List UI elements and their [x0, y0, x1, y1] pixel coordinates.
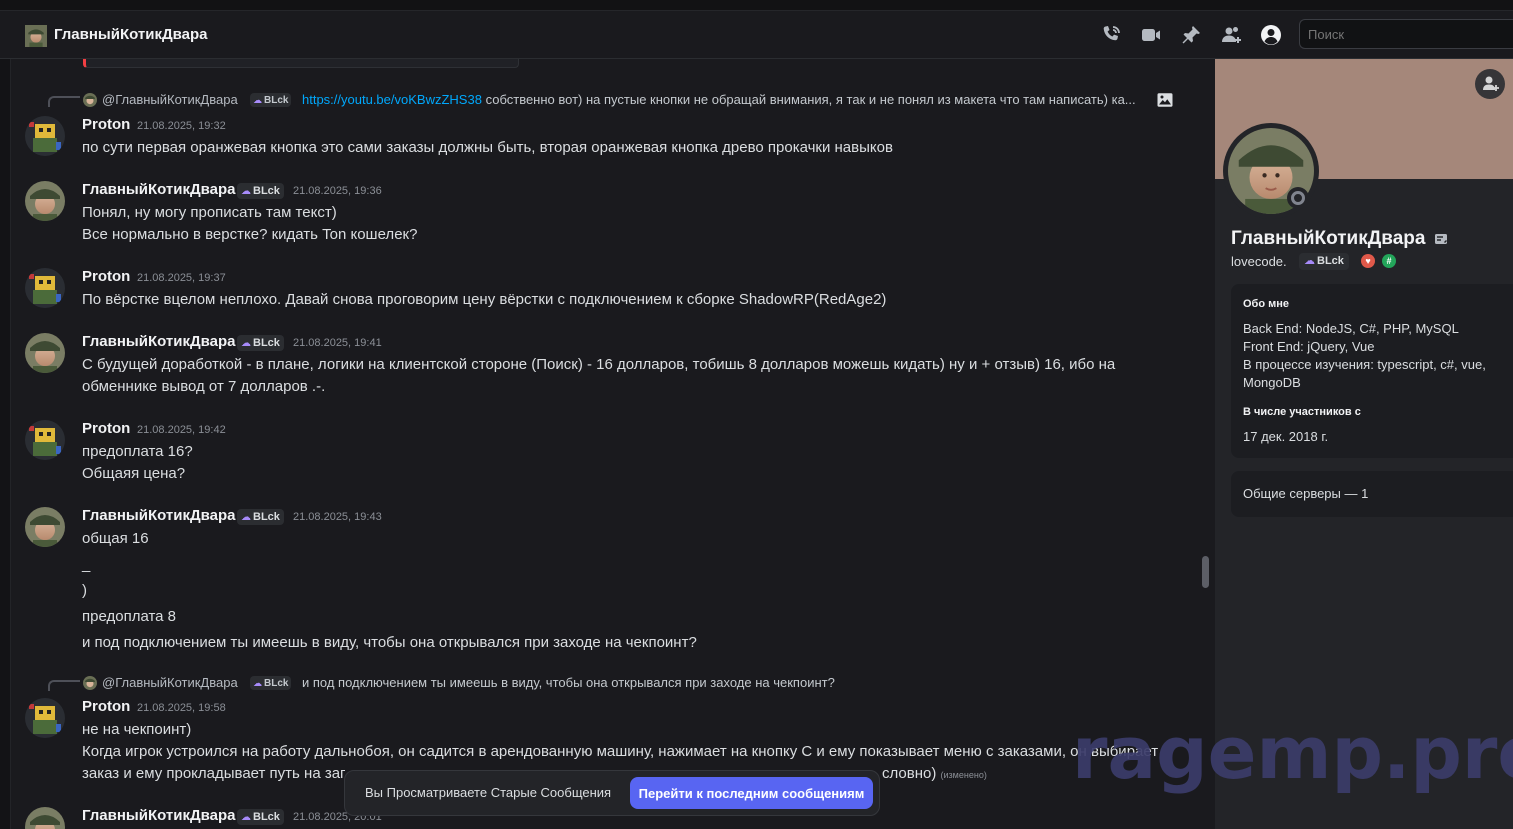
reply-link[interactable]: https://youtu.be/voKBwzZHS38	[302, 92, 482, 107]
kotik-avatar[interactable]	[25, 181, 65, 221]
about-line: Front End: jQuery, Vue	[1243, 339, 1375, 354]
reply-connector	[48, 96, 80, 107]
scrollbar-thumb[interactable]	[1202, 556, 1209, 588]
message-text: Все нормально в верстке? кидать Ton коше…	[82, 226, 418, 243]
status-offline-icon	[1287, 187, 1309, 209]
channel-avatar[interactable]	[25, 25, 47, 47]
old-messages-bar: Вы Просматриваете Старые Сообщения Перей…	[344, 770, 880, 816]
profile-icon[interactable]	[1259, 23, 1283, 47]
nickname-icon[interactable]	[1433, 231, 1449, 247]
reply-connector	[48, 680, 80, 691]
message-text: не на чекпоинт)	[82, 721, 192, 738]
video-icon[interactable]	[1139, 23, 1163, 47]
jump-to-present-button[interactable]: Перейти к последним сообщениям	[630, 777, 873, 809]
reply-author[interactable]: @ГлавныйКотикДвара	[102, 92, 238, 107]
phone-icon[interactable]	[1099, 23, 1123, 47]
message-text: обменнике вывод от 7 долларов .-.	[82, 378, 326, 395]
timestamp: 21.08.2025, 19:36	[293, 185, 382, 197]
search-input[interactable]	[1299, 19, 1513, 49]
role-tag: BLck	[237, 509, 284, 525]
reply-author[interactable]: @ГлавныйКотикДвара	[102, 675, 238, 690]
message-text: _	[82, 556, 91, 573]
member-since-heading: В числе участников с	[1243, 406, 1361, 418]
message-text: Когда игрок устроился на работу дальнобо…	[82, 743, 1159, 760]
profile-role-tag: BLck	[1299, 253, 1349, 270]
kotik-avatar[interactable]	[25, 807, 65, 829]
author-name[interactable]: Proton	[82, 420, 130, 437]
timestamp: 21.08.2025, 19:32	[137, 120, 226, 132]
watermark-text: ragemp.pro	[1072, 711, 1513, 795]
proton-avatar[interactable]	[25, 268, 65, 308]
author-name[interactable]: ГлавныйКотикДвара	[82, 507, 236, 524]
profile-username: lovecode.	[1231, 254, 1287, 269]
author-name[interactable]: Proton	[82, 268, 130, 285]
heart-badge-icon[interactable]: ♥	[1361, 254, 1375, 268]
about-heading: Обо мне	[1243, 298, 1290, 310]
author-name[interactable]: ГлавныйКотикДвара	[82, 333, 236, 350]
message-text: Понял, ну могу прописать там текст)	[82, 204, 337, 221]
server-sidebar-edge	[0, 58, 11, 829]
mutual-servers-card[interactable]: Общие серверы — 1	[1231, 471, 1513, 517]
message-text: общая 16	[82, 530, 149, 547]
previous-embed	[83, 59, 519, 68]
reply-preview[interactable]: и под подключением ты имеешь в виду, что…	[302, 675, 835, 690]
proton-avatar[interactable]	[25, 698, 65, 738]
about-line: Back End: NodeJS, C#, PHP, MySQL	[1243, 321, 1459, 336]
timestamp: 21.08.2025, 19:58	[137, 702, 226, 714]
message-text: заказ и ему прокладывает путь на заг	[82, 765, 346, 782]
message-text: Общаяя цена?	[82, 465, 186, 482]
window-top-strip	[0, 0, 1513, 11]
about-line: В процессе изучения: typescript, c#, vue…	[1243, 357, 1486, 372]
kotik-avatar[interactable]	[25, 507, 65, 547]
proton-avatar[interactable]	[25, 116, 65, 156]
role-tag: BLck	[237, 335, 284, 351]
edited-label: (изменено)	[940, 770, 987, 780]
member-since-date: 17 дек. 2018 г.	[1243, 429, 1329, 444]
reply-preview-text: собственно вот) на пустые кнопки не обра…	[485, 92, 1136, 107]
message-text: предоплата 8	[82, 608, 177, 625]
role-tag: BLck	[237, 809, 284, 825]
pin-icon[interactable]	[1179, 23, 1203, 47]
add-members-icon[interactable]	[1219, 23, 1243, 47]
message-text: предоплата 16?	[82, 443, 193, 460]
message-text: словно) (изменено)	[882, 765, 987, 782]
message-list[interactable]: @ГлавныйКотикДвара BLck https://youtu.be…	[11, 59, 1214, 829]
channel-header: ГлавныйКотикДвара	[0, 11, 1513, 59]
proton-avatar[interactable]	[25, 420, 65, 460]
message-text: )	[82, 582, 87, 599]
message-text: По вёрстке вцелом неплохо. Давай снова п…	[82, 291, 887, 308]
reply-role-tag: BLck	[250, 93, 292, 107]
message-text: по сути первая оранжевая кнопка это сами…	[82, 139, 893, 156]
timestamp: 21.08.2025, 19:43	[293, 511, 382, 523]
channel-title: ГлавныйКотикДвара	[54, 26, 208, 43]
author-name[interactable]: ГлавныйКотикДвара	[82, 807, 236, 824]
author-name[interactable]: Proton	[82, 698, 130, 715]
mutual-servers-label: Общие серверы — 1	[1243, 486, 1369, 501]
profile-display-name: ГлавныйКотикДвара	[1231, 228, 1426, 249]
message-text-tail: словно)	[882, 765, 937, 782]
reply-avatar	[83, 676, 97, 690]
about-card: Обо мне Back End: NodeJS, C#, PHP, MySQL…	[1231, 284, 1513, 458]
timestamp: 21.08.2025, 19:42	[137, 424, 226, 436]
timestamp: 21.08.2025, 19:37	[137, 272, 226, 284]
author-name[interactable]: Proton	[82, 116, 130, 133]
timestamp: 21.08.2025, 19:41	[293, 337, 382, 349]
reply-preview[interactable]: https://youtu.be/voKBwzZHS38 собственно …	[302, 92, 1136, 107]
reply-avatar	[83, 93, 97, 107]
image-icon[interactable]	[1156, 91, 1174, 109]
role-tag: BLck	[237, 183, 284, 199]
reply-role-tag: BLck	[250, 676, 292, 690]
hashtag-badge-icon[interactable]: #	[1382, 254, 1396, 268]
author-name[interactable]: ГлавныйКотикДвара	[82, 181, 236, 198]
old-messages-text: Вы Просматриваете Старые Сообщения	[365, 785, 612, 800]
about-line: MongoDB	[1243, 375, 1301, 390]
message-text: С будущей доработкой - в плане, логики н…	[82, 356, 1116, 373]
message-text: и под подключением ты имеешь в виду, что…	[82, 634, 697, 651]
add-friend-icon[interactable]	[1475, 69, 1505, 99]
kotik-avatar[interactable]	[25, 333, 65, 373]
